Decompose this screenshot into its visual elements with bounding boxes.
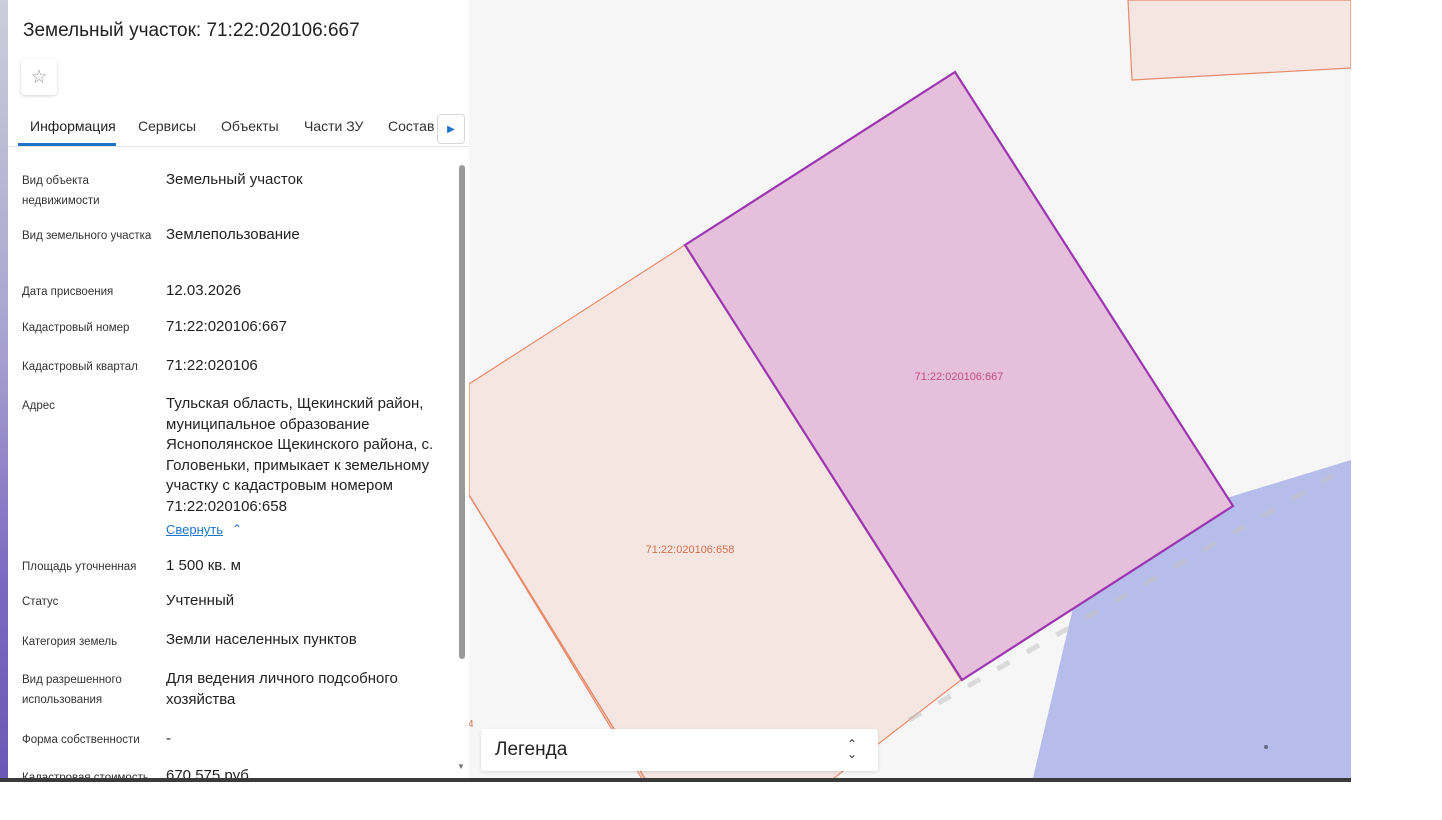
active-tab-indicator	[18, 143, 116, 146]
legend-selector[interactable]: Легенда ⌃ ⌄	[481, 729, 878, 771]
info-label: Вид земельного участка	[22, 230, 152, 242]
info-label: Кадастровый номер	[22, 322, 130, 334]
tab-composition[interactable]: Состав	[388, 118, 434, 134]
info-value: Земельный участок	[166, 171, 303, 188]
info-value-address: Тульская область, Щекинский район, муниц…	[166, 395, 434, 515]
collapse-link[interactable]: Свернуть	[166, 522, 223, 537]
window-edge-strip	[0, 0, 8, 782]
tabs-next-button[interactable]: ▶	[437, 114, 465, 144]
info-label: Форма собственности	[22, 734, 140, 746]
tab-information[interactable]: Информация	[30, 118, 116, 134]
legend-label: Легенда	[495, 739, 568, 760]
info-label: Адрес	[22, 400, 55, 412]
map-point	[1264, 745, 1268, 749]
scrollbar-thumb[interactable]	[459, 165, 465, 659]
scroll-down-icon[interactable]: ▼	[457, 762, 465, 771]
info-panel: Земельный участок: 71:22:020106:667 ☆ Ин…	[8, 0, 469, 782]
info-value: Учтенный	[166, 592, 235, 609]
info-label: Статус	[22, 596, 59, 608]
info-label: Вид разрешенного использования	[22, 674, 122, 706]
info-value[interactable]: 71:22:020106:667	[166, 317, 451, 338]
info-value: 12.03.2026	[166, 282, 242, 299]
star-icon: ☆	[30, 66, 48, 88]
chevron-up-down-icon: ⌃ ⌄	[847, 737, 858, 761]
tab-objects[interactable]: Объекты	[221, 118, 279, 134]
tab-services[interactable]: Сервисы	[138, 118, 196, 134]
chevron-up-icon[interactable]: ⌃	[232, 522, 242, 536]
info-label: Площадь уточненная	[22, 561, 137, 573]
chevron-right-icon: ▶	[447, 123, 455, 135]
tab-parts[interactable]: Части ЗУ	[304, 118, 363, 134]
cadastral-map-app: Земельный участок: 71:22:020106:667 ☆ Ин…	[0, 0, 1351, 782]
info-value: Для ведения личного подсобного хозяйства	[166, 670, 398, 708]
panel-scrollbar[interactable]: ▼	[457, 160, 467, 780]
parcel-top[interactable]	[1127, 0, 1351, 81]
info-value: 1 500 кв. м	[166, 557, 241, 574]
info-value[interactable]: 71:22:020106	[166, 356, 451, 377]
favorite-button[interactable]: ☆	[21, 59, 57, 95]
info-label: Кадастровый квартал	[22, 361, 138, 373]
map-canvas[interactable]: 71:22:020106:667 71:22:020106:658 4 Леге…	[469, 0, 1351, 782]
info-label: Категория земель	[22, 636, 118, 648]
taskbar-edge	[0, 778, 1351, 782]
info-value: Землепользование	[166, 226, 300, 243]
parcel-label-658: 71:22:020106:658	[646, 544, 735, 556]
parcel-label-667: 71:22:020106:667	[915, 371, 1004, 383]
map-svg: 71:22:020106:667 71:22:020106:658 4	[469, 0, 1351, 782]
map-edge-label: 4	[469, 719, 474, 730]
info-label: Дата присвоения	[22, 286, 114, 298]
info-value: Земли населенных пунктов	[166, 631, 357, 648]
info-value: -	[166, 730, 171, 747]
info-label: Вид объекта недвижимости	[22, 175, 100, 207]
page-title: Земельный участок: 71:22:020106:667	[23, 20, 360, 41]
tab-bar: Информация Сервисы Объекты Части ЗУ Сост…	[8, 112, 469, 147]
